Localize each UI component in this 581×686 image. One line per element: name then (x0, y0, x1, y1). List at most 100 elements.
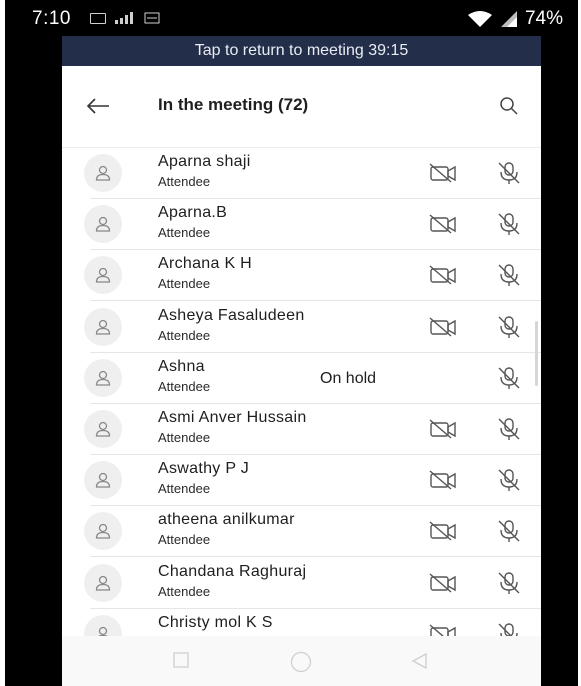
mic-off-icon (498, 315, 520, 338)
mic-off-icon (498, 469, 520, 492)
screenshot-frame: 7:10 74% Tap to return to meeting 39:15 … (0, 0, 581, 686)
participant-list[interactable]: Aparna shaji Attendee Aparna.B Attendee Arch… (62, 148, 541, 636)
participant-role: Attendee (158, 327, 211, 343)
home-button[interactable] (290, 651, 312, 673)
camera-toggle-button[interactable] (428, 262, 458, 288)
letterbox-left (6, 0, 62, 686)
participant-row[interactable]: atheena anilkumar Attendee (62, 506, 541, 558)
participant-role: Attendee (158, 481, 211, 497)
return-to-meeting-banner[interactable]: Tap to return to meeting 39:15 (62, 36, 541, 66)
avatar (84, 512, 122, 551)
letterbox-right (541, 0, 577, 686)
participant-row[interactable]: Aparna.B Attendee (62, 199, 541, 251)
recents-button[interactable] (172, 651, 190, 669)
participant-row[interactable]: Asheya Fasaludeen Attendee (62, 302, 541, 353)
search-button[interactable] (495, 92, 523, 120)
participant-role: Attendee (158, 225, 211, 241)
participant-row[interactable]: Asmi Anver Hussain Attendee (62, 404, 541, 455)
mic-toggle-button[interactable] (494, 209, 524, 239)
participant-row[interactable]: Ashna Attendee On hold (62, 353, 541, 404)
search-icon (500, 97, 518, 115)
mic-toggle-button[interactable] (494, 312, 524, 342)
battery-level: 74% (524, 8, 563, 29)
page-title: In the meeting (72) (158, 95, 309, 114)
participants-header: In the meeting (72) (62, 66, 541, 148)
scrollbar[interactable] (535, 321, 538, 386)
camera-off-icon (429, 419, 456, 439)
mic-off-icon (498, 571, 520, 594)
camera-off-icon (429, 521, 456, 541)
camera-toggle-button[interactable] (428, 518, 458, 544)
camera-toggle-button[interactable] (428, 314, 458, 340)
camera-toggle-button[interactable] (428, 621, 458, 636)
participant-role: Attendee (158, 174, 211, 189)
mic-off-icon (498, 418, 520, 440)
participant-role: Attendee (158, 276, 211, 292)
mic-toggle-button[interactable] (494, 619, 524, 636)
signal-strength-icon (500, 11, 517, 27)
status-time: 7:10 (32, 8, 71, 29)
mic-toggle-button[interactable] (494, 465, 524, 495)
image-icon (90, 12, 106, 24)
mic-off-icon (498, 520, 520, 543)
avatar (84, 358, 122, 397)
person-icon (95, 473, 111, 488)
participant-row[interactable]: Chandana Raghuraj Attendee (62, 558, 541, 609)
camera-off-icon (429, 470, 456, 490)
circle-icon (290, 651, 312, 673)
mic-toggle-button[interactable] (494, 568, 524, 598)
mic-off-icon (498, 367, 520, 389)
participant-name: Aparna shaji (158, 153, 251, 170)
mic-toggle-button[interactable] (494, 158, 524, 188)
camera-toggle-button[interactable] (428, 467, 458, 493)
participant-name: Ashna (158, 357, 205, 375)
participant-name: Archana K H (158, 255, 253, 273)
camera-off-icon (429, 573, 456, 593)
person-icon (95, 217, 111, 232)
mic-off-icon (498, 213, 520, 236)
avatar (84, 307, 122, 346)
camera-off-icon (429, 163, 456, 183)
camera-toggle-button[interactable] (428, 570, 458, 596)
participant-role: Attendee (158, 378, 211, 394)
participant-row[interactable]: Archana K H Attendee (62, 250, 541, 302)
camera-off-icon (429, 265, 456, 285)
mic-toggle-button[interactable] (494, 260, 524, 290)
participant-name: Asheya Fasaludeen (158, 306, 305, 324)
person-icon (97, 626, 109, 636)
avatar (84, 563, 122, 602)
wifi-icon (467, 11, 492, 27)
avatar (84, 256, 122, 295)
mic-toggle-button[interactable] (494, 516, 524, 546)
back-button[interactable] (84, 92, 112, 120)
person-icon (95, 319, 111, 335)
person-icon (95, 268, 111, 284)
square-icon (173, 652, 189, 668)
camera-toggle-button[interactable] (428, 416, 458, 442)
participant-row[interactable]: Christy mol K SAttendee (62, 609, 541, 636)
avatar (84, 154, 122, 192)
participant-row[interactable]: Aparna shaji Attendee (62, 148, 541, 199)
participant-role: Attendee (158, 430, 211, 445)
camera-off-icon (429, 624, 456, 636)
participant-name: Christy mol K S (158, 613, 273, 631)
participant-name: Chandana Raghuraj (158, 562, 307, 580)
mic-off-icon (498, 264, 520, 287)
mic-toggle-button[interactable] (494, 363, 524, 393)
camera-toggle-button[interactable] (428, 160, 458, 186)
mic-toggle-button[interactable] (494, 414, 524, 444)
participant-role: Attendee (158, 583, 211, 599)
participant-name: atheena anilkumar (158, 511, 295, 529)
participant-row[interactable]: Aswathy P J Attendee (62, 455, 541, 507)
arrow-left-icon (86, 98, 109, 114)
meeting-participants-screen: Tap to return to meeting 39:15 In the me… (62, 36, 541, 686)
avatar (84, 205, 122, 244)
signal-icon (115, 12, 133, 24)
camera-toggle-button[interactable] (428, 211, 458, 237)
participant-name: Asmi Anver Hussain (158, 409, 307, 426)
participant-status: On hold (320, 369, 377, 387)
avatar (84, 410, 122, 448)
person-icon (95, 421, 111, 437)
back-nav-button[interactable] (410, 651, 430, 671)
person-icon (95, 524, 111, 540)
